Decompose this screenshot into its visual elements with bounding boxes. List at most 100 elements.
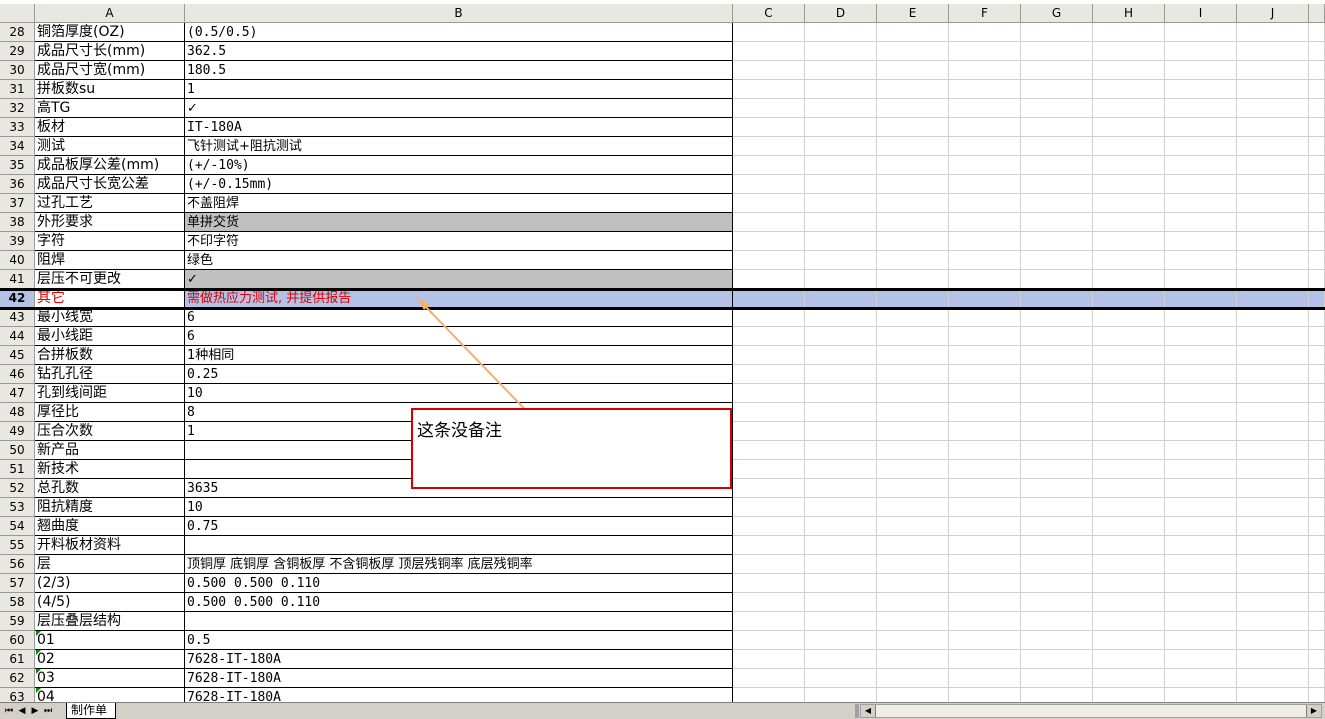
cell-empty[interactable]: [1165, 403, 1237, 422]
cell-empty[interactable]: [949, 517, 1021, 536]
cell-b[interactable]: (+/-0.15mm): [185, 175, 733, 194]
cell-empty[interactable]: [733, 42, 805, 61]
cell-a[interactable]: 合拼板数: [35, 346, 185, 365]
cell-empty[interactable]: [877, 232, 949, 251]
cell-empty[interactable]: [949, 536, 1021, 555]
cell-empty[interactable]: [1093, 574, 1165, 593]
cell-empty[interactable]: [1093, 175, 1165, 194]
cell-empty[interactable]: [1093, 251, 1165, 270]
cell-empty[interactable]: [805, 137, 877, 156]
cell-b[interactable]: 0.5: [185, 631, 733, 650]
column-header-c[interactable]: C: [733, 4, 805, 23]
cell-empty[interactable]: [1309, 156, 1325, 175]
cell-empty[interactable]: [1093, 327, 1165, 346]
cell-b[interactable]: ✓: [185, 99, 733, 118]
cell-empty[interactable]: [1093, 289, 1165, 308]
cell-a[interactable]: 外形要求: [35, 213, 185, 232]
cell-empty[interactable]: [1021, 365, 1093, 384]
cell-b[interactable]: 6: [185, 327, 733, 346]
row-header[interactable]: 46: [0, 365, 35, 384]
cell-empty[interactable]: [805, 631, 877, 650]
cell-empty[interactable]: [1021, 441, 1093, 460]
cell-empty[interactable]: [949, 327, 1021, 346]
cell-empty[interactable]: [733, 308, 805, 327]
cell-empty[interactable]: [1165, 498, 1237, 517]
cell-empty[interactable]: [877, 42, 949, 61]
cell-b[interactable]: 0.25: [185, 365, 733, 384]
cell-empty[interactable]: [1093, 555, 1165, 574]
cell-empty[interactable]: [1093, 23, 1165, 42]
cell-empty[interactable]: [1021, 574, 1093, 593]
cell-empty[interactable]: [1237, 593, 1309, 612]
cell-empty[interactable]: [733, 194, 805, 213]
cell-empty[interactable]: [1309, 612, 1325, 631]
cell-empty[interactable]: [877, 175, 949, 194]
cell-empty[interactable]: [1309, 460, 1325, 479]
cell-empty[interactable]: [1021, 403, 1093, 422]
cell-empty[interactable]: [1093, 612, 1165, 631]
cell-empty[interactable]: [1165, 42, 1237, 61]
cell-a[interactable]: 04: [35, 688, 185, 702]
cell-empty[interactable]: [949, 479, 1021, 498]
cell-empty[interactable]: [1237, 156, 1309, 175]
cell-a[interactable]: 成品尺寸长(mm): [35, 42, 185, 61]
cell-a[interactable]: 测试: [35, 137, 185, 156]
cell-empty[interactable]: [949, 346, 1021, 365]
cell-empty[interactable]: [1093, 384, 1165, 403]
cell-b[interactable]: 7628-IT-180A: [185, 688, 733, 702]
cell-empty[interactable]: [1237, 213, 1309, 232]
cell-b[interactable]: 7628-IT-180A: [185, 669, 733, 688]
cell-empty[interactable]: [949, 80, 1021, 99]
cell-comment[interactable]: 这条没备注: [411, 408, 732, 489]
cell-empty[interactable]: [733, 137, 805, 156]
cell-empty[interactable]: [877, 555, 949, 574]
cell-a[interactable]: 开料板材资料: [35, 536, 185, 555]
cell-empty[interactable]: [1021, 460, 1093, 479]
cell-empty[interactable]: [949, 460, 1021, 479]
cell-empty[interactable]: [1309, 650, 1325, 669]
cell-empty[interactable]: [949, 99, 1021, 118]
cell-a[interactable]: 层: [35, 555, 185, 574]
cell-empty[interactable]: [733, 612, 805, 631]
cell-empty[interactable]: [1237, 251, 1309, 270]
row-header[interactable]: 56: [0, 555, 35, 574]
cell-empty[interactable]: [1093, 346, 1165, 365]
cell-empty[interactable]: [877, 61, 949, 80]
cell-empty[interactable]: [1093, 593, 1165, 612]
cell-empty[interactable]: [1165, 23, 1237, 42]
cell-empty[interactable]: [1309, 23, 1325, 42]
cell-empty[interactable]: [805, 536, 877, 555]
cell-b[interactable]: 180.5: [185, 61, 733, 80]
cell-empty[interactable]: [1093, 213, 1165, 232]
row-header[interactable]: 59: [0, 612, 35, 631]
cell-empty[interactable]: [1237, 99, 1309, 118]
cell-b[interactable]: ✓: [185, 270, 733, 289]
cell-empty[interactable]: [1093, 42, 1165, 61]
cell-empty[interactable]: [805, 23, 877, 42]
cell-a[interactable]: 拼板数su: [35, 80, 185, 99]
cell-empty[interactable]: [1021, 422, 1093, 441]
cell-b[interactable]: 需做热应力测试, 并提供报告: [185, 289, 733, 308]
cell-empty[interactable]: [733, 498, 805, 517]
row-header[interactable]: 29: [0, 42, 35, 61]
row-header[interactable]: 42: [0, 289, 35, 308]
cell-empty[interactable]: [877, 213, 949, 232]
cell-empty[interactable]: [877, 536, 949, 555]
cell-empty[interactable]: [805, 422, 877, 441]
cell-empty[interactable]: [877, 517, 949, 536]
cell-a[interactable]: 成品板厚公差(mm): [35, 156, 185, 175]
column-header-overflow[interactable]: [1309, 4, 1325, 23]
cell-empty[interactable]: [949, 384, 1021, 403]
cell-empty[interactable]: [1165, 270, 1237, 289]
cell-b[interactable]: 0.500 0.500 0.110: [185, 593, 733, 612]
cell-empty[interactable]: [1165, 517, 1237, 536]
cell-empty[interactable]: [1165, 156, 1237, 175]
row-header[interactable]: 37: [0, 194, 35, 213]
cell-b[interactable]: 不印字符: [185, 232, 733, 251]
cell-empty[interactable]: [1237, 61, 1309, 80]
cell-empty[interactable]: [1309, 137, 1325, 156]
cell-empty[interactable]: [1021, 669, 1093, 688]
cell-empty[interactable]: [877, 593, 949, 612]
cell-empty[interactable]: [877, 156, 949, 175]
cell-empty[interactable]: [733, 118, 805, 137]
